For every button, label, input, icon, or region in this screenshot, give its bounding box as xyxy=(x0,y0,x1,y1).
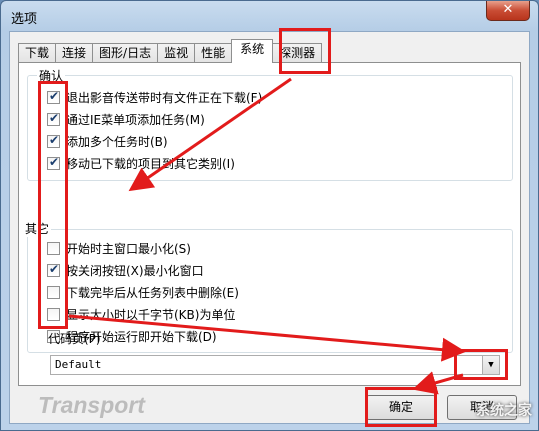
watermark: 系统之家 xyxy=(476,403,532,419)
options-dialog: 选项 ✕ 下载 连接 图形/日志 监视 性能 系统 探测器 确认 退出影音传送带… xyxy=(0,0,539,431)
codepage-label: 代码页(P) xyxy=(48,332,101,346)
checkbox-row-move-downloaded[interactable]: 移动已下载的项目到其它类别(I) xyxy=(47,154,235,172)
codepage-select[interactable]: Default ▼ xyxy=(50,355,500,375)
checkbox-row-remove-completed[interactable]: 下载完毕后从任务列表中删除(E) xyxy=(47,283,239,301)
tab-performance[interactable]: 性能 xyxy=(194,43,233,63)
checkbox[interactable] xyxy=(47,133,60,148)
titlebar: 选项 ✕ xyxy=(1,1,538,31)
checkbox-row-size-in-kb[interactable]: 显示大小时以千字节(KB)为单位 xyxy=(47,305,235,323)
tab-connection[interactable]: 连接 xyxy=(55,43,94,63)
checkbox-row-add-multiple[interactable]: 添加多个任务时(B) xyxy=(47,132,168,150)
checkbox-label: 下载完毕后从任务列表中删除(E) xyxy=(66,285,239,300)
confirm-group-label: 确认 xyxy=(37,67,66,84)
other-group-label: 其它 xyxy=(23,220,52,237)
tab-detector[interactable]: 探测器 xyxy=(272,43,323,63)
checkbox-label: 开始时主窗口最小化(S) xyxy=(66,241,191,256)
checkbox-row-exit-confirm[interactable]: 退出影音传送带时有文件正在下载(F) xyxy=(47,88,262,106)
checkbox-label: 显示大小时以千字节(KB)为单位 xyxy=(66,307,236,322)
checkbox-row-start-minimized[interactable]: 开始时主窗口最小化(S) xyxy=(47,239,191,257)
checkbox[interactable] xyxy=(47,262,60,277)
tab-download[interactable]: 下载 xyxy=(18,43,57,63)
checkbox-row-ie-menu[interactable]: 通过IE菜单项添加任务(M) xyxy=(47,110,205,128)
tab-graphics-log[interactable]: 图形/日志 xyxy=(92,43,159,63)
checkbox[interactable] xyxy=(47,89,60,104)
dialog-client: 下载 连接 图形/日志 监视 性能 系统 探测器 确认 退出影音传送带时有文件正… xyxy=(9,31,530,424)
checkbox-label: 退出影音传送带时有文件正在下载(F) xyxy=(66,90,263,105)
checkbox[interactable] xyxy=(47,307,60,321)
tab-strip: 下载 连接 图形/日志 监视 性能 系统 探测器 xyxy=(18,39,323,63)
checkbox[interactable] xyxy=(47,241,60,255)
close-icon: ✕ xyxy=(502,2,514,17)
window-title: 选项 xyxy=(11,12,38,27)
checkbox-row-close-minimize[interactable]: 按关闭按钮(X)最小化窗口 xyxy=(47,261,204,279)
checkbox[interactable] xyxy=(47,285,60,299)
checkbox-label: 添加多个任务时(B) xyxy=(66,134,168,149)
checkbox[interactable] xyxy=(47,155,60,170)
brand-logo-text: Transport xyxy=(38,392,145,418)
checkbox-label: 通过IE菜单项添加任务(M) xyxy=(66,112,205,127)
close-button[interactable]: ✕ xyxy=(486,1,530,21)
checkbox-label: 按关闭按钮(X)最小化窗口 xyxy=(66,263,204,278)
chevron-down-icon[interactable]: ▼ xyxy=(482,356,499,374)
tab-system[interactable]: 系统 xyxy=(231,39,274,63)
codepage-value: Default xyxy=(55,358,102,371)
tab-monitor[interactable]: 监视 xyxy=(157,43,196,63)
checkbox-label: 移动已下载的项目到其它类别(I) xyxy=(66,156,235,171)
checkbox[interactable] xyxy=(47,111,60,126)
